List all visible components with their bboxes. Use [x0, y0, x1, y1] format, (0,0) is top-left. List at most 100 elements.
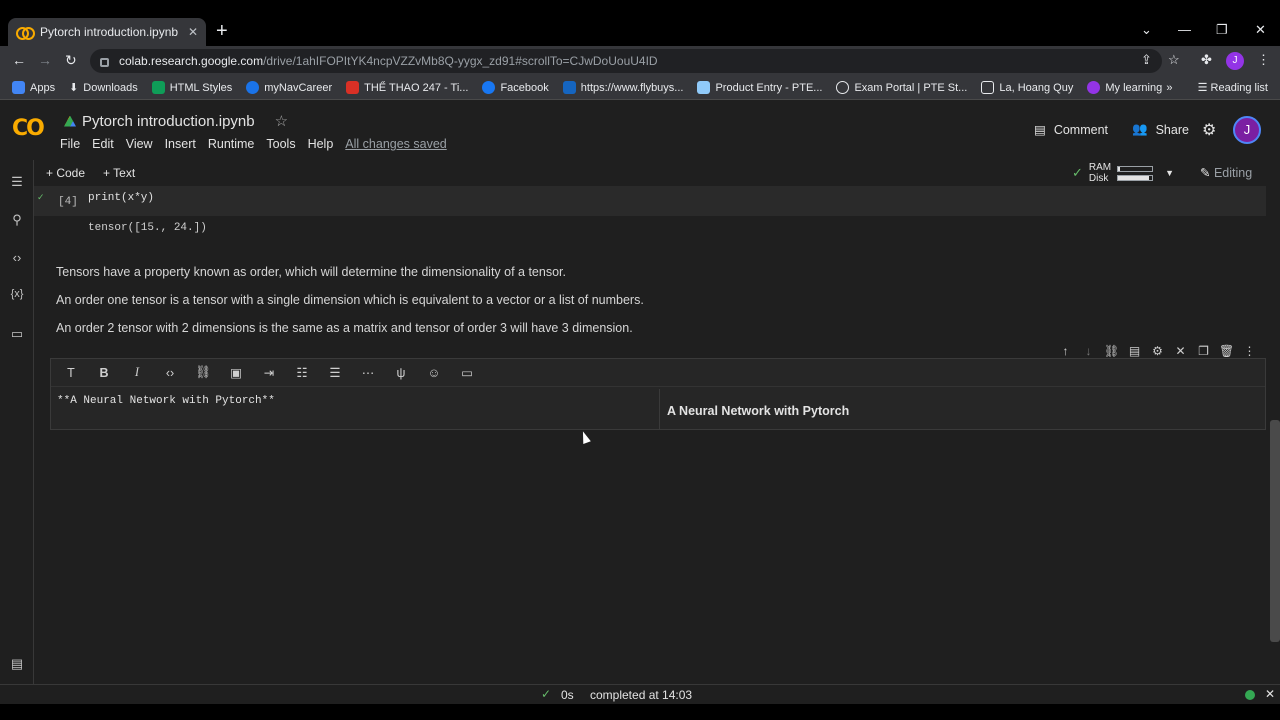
table-of-contents-icon[interactable]: ☰ [8, 174, 26, 190]
markdown-toolbar: T B I ‹› ⛓ ▣ ⇥ ☷ ☰ ⋯ ψ ☺ ▭ [51, 359, 1265, 387]
bookmark-thethao247[interactable]: THỂ THAO 247 - Ti... [346, 81, 468, 94]
share-page-icon[interactable]: ⇪ [1141, 52, 1152, 68]
notebook-scrollbar[interactable] [1270, 420, 1280, 642]
bookmarks-right: » ☰ Reading list [1166, 81, 1268, 94]
emoji-icon[interactable]: ☺ [426, 366, 442, 380]
tab-close-icon[interactable]: ✕ [188, 25, 198, 39]
resources-indicator[interactable]: ✓ RAM Disk ▼ [1072, 160, 1174, 186]
menu-insert[interactable]: Insert [165, 137, 196, 151]
save-status-link[interactable]: All changes saved [345, 137, 446, 151]
code-source[interactable]: print(x*y) [88, 192, 154, 204]
ram-bar-fill [1118, 166, 1120, 171]
execution-status[interactable]: completed at 14:03 [590, 688, 692, 702]
more-vert-icon[interactable]: ⋮ [1242, 344, 1257, 358]
menu-view[interactable]: View [126, 137, 153, 151]
add-code-button[interactable]: + Code [46, 166, 85, 180]
extensions-icon[interactable]: ✤ [1201, 52, 1212, 68]
delete-icon[interactable]: 🗑 [1219, 344, 1234, 358]
settings-gear-icon[interactable]: ⚙ [1202, 120, 1216, 140]
forward-arrow-icon[interactable]: → [38, 52, 52, 68]
menu-edit[interactable]: Edit [92, 137, 114, 151]
menubar: File Edit View Insert Runtime Tools Help… [60, 137, 447, 151]
text-cell-line: An order one tensor is a tensor with a s… [56, 293, 644, 307]
bookmarks-overflow-icon[interactable]: » [1166, 82, 1172, 94]
mynavcareer-icon [246, 81, 260, 94]
link-icon[interactable]: ⛓ [195, 365, 211, 380]
markdown-source[interactable]: **A Neural Network with Pytorch** [57, 395, 275, 407]
close-editor-icon[interactable]: ✕ [1173, 344, 1188, 358]
bookmark-exam-portal[interactable]: Exam Portal | PTE St... [836, 81, 967, 94]
connected-dot-icon [1245, 690, 1255, 700]
bookmark-mynavcareer[interactable]: myNavCareer [246, 81, 332, 94]
resources-dropdown-icon[interactable]: ▼ [1165, 168, 1174, 178]
colab-logo[interactable]: CO [12, 116, 45, 141]
user-avatar[interactable]: J [1233, 116, 1261, 144]
indent-icon[interactable]: ⇥ [261, 365, 277, 380]
numbered-list-icon[interactable]: ☷ [294, 365, 310, 380]
close-statusbar-icon[interactable]: ✕ [1265, 687, 1275, 701]
code-snippets-icon[interactable]: ‹› [8, 250, 26, 265]
reading-list-button[interactable]: Reading list [1211, 82, 1268, 94]
ram-bar [1117, 165, 1154, 172]
bookmark-downloads[interactable]: ⬇ Downloads [69, 81, 138, 95]
horizontal-rule-icon[interactable]: ⋯ [360, 365, 376, 380]
comment-button[interactable]: ▤ Comment [1034, 122, 1108, 138]
mirror-cell-icon[interactable]: ❐ [1196, 344, 1211, 358]
browser-tab[interactable]: Pytorch introduction.ipynb - Cola ✕ [8, 18, 206, 46]
lock-icon [100, 57, 109, 67]
browser-toolbar: ← → ↻ colab.research.google.com/drive/1a… [0, 46, 1280, 76]
bookmark-product-entry[interactable]: Product Entry - PTE... [697, 81, 822, 94]
markdown-preview: A Neural Network with Pytorch [667, 404, 850, 418]
variables-icon[interactable]: {x} [8, 288, 26, 300]
browser-menu-icon[interactable]: ⋮ [1257, 52, 1270, 68]
menu-tools[interactable]: Tools [266, 137, 295, 151]
bookmark-html-styles[interactable]: HTML Styles [151, 81, 232, 94]
bookmark-la-hoang-quy[interactable]: La, Hoang Quy [981, 81, 1073, 94]
bold-icon[interactable]: B [96, 366, 112, 380]
bookmark-star-icon[interactable]: ☆ [1168, 52, 1180, 68]
bookmark-facebook[interactable]: Facebook [482, 81, 549, 94]
comment-icon[interactable]: ▤ [1127, 344, 1142, 358]
run-success-icon[interactable]: ✓ [37, 192, 45, 203]
close-window-button[interactable]: ✕ [1255, 22, 1266, 38]
notebook-title-row: Pytorch introduction.ipynb ☆ [64, 112, 288, 130]
execution-duration[interactable]: 0s [561, 688, 574, 702]
minimize-button[interactable]: — [1178, 22, 1191, 37]
menu-runtime[interactable]: Runtime [208, 137, 255, 151]
italic-icon[interactable]: I [129, 365, 145, 380]
restore-button[interactable]: ❐ [1216, 22, 1228, 38]
bookmark-my-learning[interactable]: My learning [1087, 81, 1162, 94]
image-icon[interactable]: ▣ [228, 365, 244, 380]
search-icon[interactable]: ⚲ [8, 212, 26, 228]
menu-help[interactable]: Help [308, 137, 334, 151]
gear-icon[interactable]: ⚙ [1150, 344, 1165, 358]
reload-icon[interactable]: ↻ [65, 52, 77, 69]
terminal-icon[interactable]: ▤ [8, 656, 26, 672]
bookmark-apps[interactable]: Apps [12, 81, 55, 94]
comment-icon: ▤ [1034, 123, 1046, 137]
heading-icon[interactable]: T [63, 366, 79, 380]
move-up-icon[interactable]: ↑ [1058, 344, 1073, 358]
address-bar[interactable]: colab.research.google.com/drive/1ahIFOPI… [90, 49, 1162, 73]
bookmark-flybuys[interactable]: https://www.flybuys... [562, 81, 683, 94]
notebook-title[interactable]: Pytorch introduction.ipynb [82, 113, 255, 130]
flybuys-icon [562, 81, 576, 94]
new-tab-button[interactable]: + [216, 21, 228, 41]
bulleted-list-icon[interactable]: ☰ [327, 365, 343, 380]
share-button[interactable]: 👥 Share [1132, 122, 1189, 137]
tab-search-icon[interactable]: ⌄ [1141, 22, 1152, 38]
files-folder-icon[interactable]: ▭ [8, 326, 26, 342]
link-icon[interactable]: ⛓ [1104, 344, 1119, 358]
star-icon[interactable]: ☆ [275, 112, 288, 130]
menu-file[interactable]: File [60, 137, 80, 151]
editing-mode-button[interactable]: ✎ Editing [1200, 165, 1252, 180]
profile-avatar[interactable]: J [1226, 52, 1244, 70]
markdown-editor: T B I ‹› ⛓ ▣ ⇥ ☷ ☰ ⋯ ψ ☺ ▭ **A Neural Ne… [50, 358, 1266, 430]
code-icon[interactable]: ‹› [162, 366, 178, 380]
latex-psi-icon[interactable]: ψ [393, 366, 409, 380]
add-text-button[interactable]: + Text [103, 166, 135, 180]
code-cell[interactable]: ✓ [4] print(x*y) [34, 186, 1266, 216]
move-down-icon[interactable]: ↓ [1081, 344, 1096, 358]
preview-toggle-icon[interactable]: ▭ [459, 365, 475, 380]
back-arrow-icon[interactable]: ← [12, 52, 26, 68]
